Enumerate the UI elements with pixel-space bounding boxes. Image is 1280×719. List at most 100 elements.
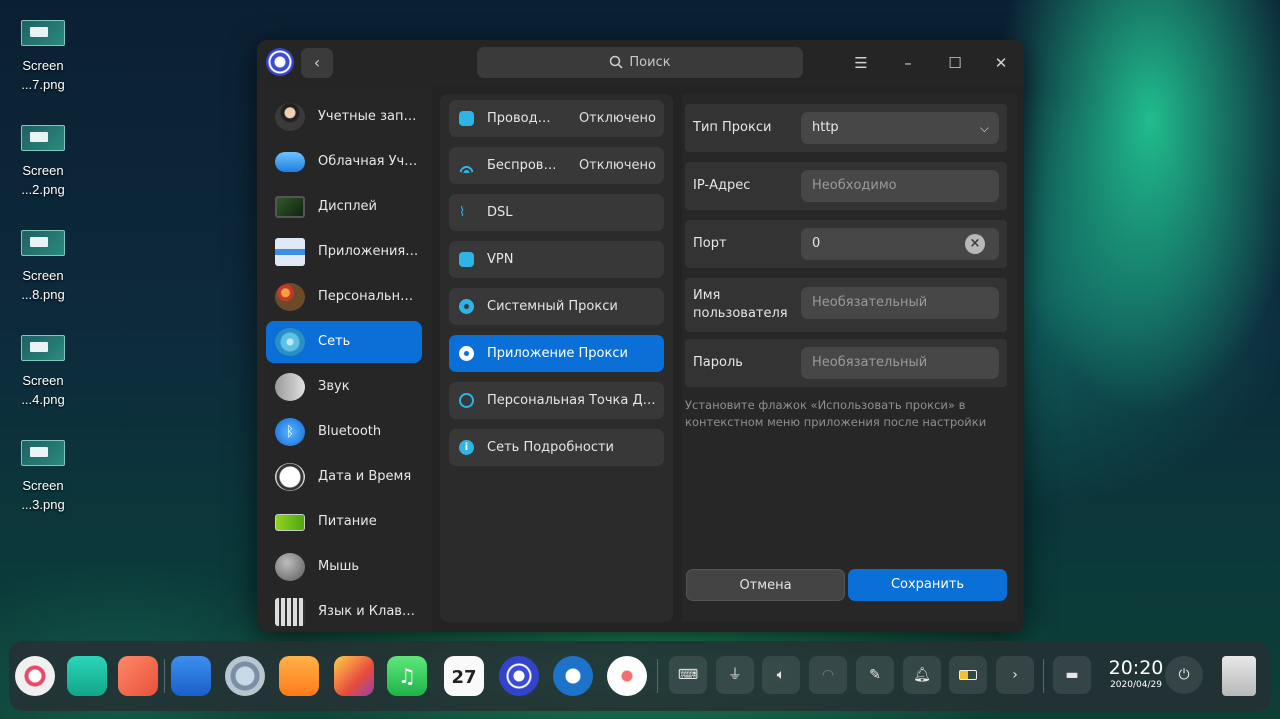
cloud-icon <box>275 152 305 172</box>
file-name-line2: ...7.png <box>21 77 65 92</box>
control-center-icon[interactable] <box>499 656 539 696</box>
music-player-icon[interactable]: ♫ <box>387 656 427 696</box>
sound-icon <box>275 373 305 401</box>
search-icon <box>610 55 623 69</box>
proxy-type-value: http <box>812 120 839 135</box>
search-placeholder: Поиск <box>629 55 671 70</box>
power-icon[interactable]: ⏻ <box>1165 656 1203 694</box>
ip-address-label: IP-Адрес <box>693 178 751 193</box>
default-apps-icon <box>275 238 305 266</box>
mouse-icon <box>275 553 305 581</box>
network-item-vpn[interactable]: VPN <box>449 241 664 278</box>
dock-separator <box>1043 659 1044 693</box>
desktop-file-screen-4[interactable]: Screen ...4.png <box>14 335 72 409</box>
sidebar-item-bluetooth[interactable]: ᛒ Bluetooth <box>266 411 422 453</box>
network-item-label: Проводная сеть <box>487 111 557 126</box>
back-button[interactable]: ‹ <box>301 48 333 78</box>
file-name-line2: ...3.png <box>21 497 65 512</box>
notification-bell-icon[interactable]: 🔔︎ <box>903 656 941 694</box>
sidebar-item-mouse[interactable]: Мышь <box>266 546 422 588</box>
port-input[interactable]: 0 × <box>801 228 999 260</box>
desktop-file-screen-3[interactable]: Screen ...3.png <box>14 440 72 514</box>
menu-button[interactable]: ☰ <box>846 48 876 78</box>
image-thumbnail-icon <box>21 335 65 361</box>
keyboard-layout-icon[interactable]: ⌨ <box>669 656 707 694</box>
app-store-icon[interactable] <box>171 656 211 696</box>
proxy-type-label: Тип Прокси <box>693 120 772 135</box>
proxy-type-select[interactable]: http ⌵ <box>801 112 999 144</box>
network-item-wired[interactable]: Проводная сеть Отключено <box>449 100 664 137</box>
desktop-file-screen-7[interactable]: Screen ...7.png <box>14 20 72 94</box>
app-proxy-form: Тип Прокси http ⌵ IP-Адрес Необходимо По… <box>682 94 1017 622</box>
image-viewer-icon[interactable] <box>334 656 374 696</box>
sidebar-item-cloud-account[interactable]: Облачная Учетная запись <box>266 141 422 183</box>
chevron-down-icon: ⌵ <box>979 121 989 135</box>
network-item-hotspot[interactable]: Персональная Точка Доступа <box>449 382 664 419</box>
sidebar-item-label: Облачная Учетная запись <box>318 154 422 169</box>
sidebar-item-display[interactable]: Дисплей <box>266 186 422 228</box>
file-name-line2: ...8.png <box>21 287 65 302</box>
remote-assistance-icon[interactable] <box>553 656 593 696</box>
search-input[interactable]: Поиск <box>477 47 803 78</box>
close-button[interactable]: ✕ <box>986 48 1016 78</box>
sidebar-item-personalization[interactable]: Персональные настройки <box>266 276 422 318</box>
trash-icon[interactable] <box>1222 656 1256 696</box>
screen-capture-icon[interactable]: ▬ <box>1053 656 1091 694</box>
network-item-label: Сеть Подробности <box>487 440 615 455</box>
password-row: Пароль Необязательный <box>685 339 1007 387</box>
maximize-button[interactable]: ☐ <box>940 48 970 78</box>
clear-input-icon[interactable]: × <box>965 234 985 254</box>
save-button[interactable]: Сохранить <box>848 569 1007 601</box>
music-store-icon[interactable] <box>279 656 319 696</box>
info-icon: i <box>459 440 474 455</box>
clock-time[interactable]: 20:20 <box>1103 657 1169 679</box>
volume-icon[interactable]: 🔈︎ <box>762 656 800 694</box>
cancel-button[interactable]: Отмена <box>686 569 845 601</box>
multitask-view-icon[interactable] <box>118 656 158 696</box>
sidebar-item-accounts[interactable]: Учетные записи <box>266 96 422 138</box>
network-item-status: Отключено <box>578 158 656 173</box>
pen-icon[interactable]: ✎ <box>856 656 894 694</box>
network-icon <box>275 328 305 356</box>
calendar-icon[interactable]: 27 <box>444 656 484 696</box>
sidebar-item-keyboard[interactable]: Язык и Клавиатура <box>266 591 422 632</box>
browser-icon[interactable] <box>225 656 265 696</box>
minimize-button[interactable]: – <box>893 48 923 78</box>
sidebar-item-power[interactable]: Питание <box>266 501 422 543</box>
username-input[interactable]: Необязательный <box>801 287 999 319</box>
file-name-line1: Screen <box>22 478 64 493</box>
username-row: Имя пользователя Необязательный <box>685 278 1007 332</box>
file-name-line1: Screen <box>22 373 64 388</box>
network-item-system-proxy[interactable]: Системный Прокси <box>449 288 664 325</box>
usb-icon[interactable]: ⏚ <box>716 656 754 694</box>
network-item-app-proxy[interactable]: Приложение Прокси <box>449 335 664 372</box>
sidebar-item-default-apps[interactable]: Приложения по умолчанию <box>266 231 422 273</box>
username-label-line2: пользователя <box>693 306 788 321</box>
image-thumbnail-icon <box>21 440 65 466</box>
launcher-icon[interactable] <box>15 656 55 696</box>
sidebar-item-network[interactable]: Сеть <box>266 321 422 363</box>
image-thumbnail-icon <box>21 20 65 46</box>
network-item-dsl[interactable]: ⌇ DSL <box>449 194 664 231</box>
battery-tray-icon[interactable] <box>949 656 987 694</box>
network-item-label: DSL <box>487 205 513 220</box>
desktop-file-screen-2[interactable]: Screen ...2.png <box>14 125 72 199</box>
control-center-window: ‹ Поиск ☰ – ☐ ✕ Учетные записи Облачная … <box>257 40 1024 632</box>
ip-address-input[interactable]: Необходимо <box>801 170 999 202</box>
password-input[interactable]: Необязательный <box>801 347 999 379</box>
proxy-type-row: Тип Прокси http ⌵ <box>685 104 1007 152</box>
expand-tray-icon[interactable]: › <box>996 656 1034 694</box>
network-item-details[interactable]: i Сеть Подробности <box>449 429 664 466</box>
sidebar-item-sound[interactable]: Звук <box>266 366 422 408</box>
file-manager-icon[interactable] <box>67 656 107 696</box>
port-label: Порт <box>693 236 727 251</box>
draw-app-icon[interactable] <box>607 656 647 696</box>
desktop-file-screen-8[interactable]: Screen ...8.png <box>14 230 72 304</box>
wifi-tray-icon[interactable]: ◠ <box>809 656 847 694</box>
network-item-label: Беспроводная сеть <box>487 158 557 173</box>
clock-date: 2020/04/29 <box>1110 680 1162 690</box>
network-item-label: VPN <box>487 252 514 267</box>
sidebar-item-label: Дата и Время <box>318 469 412 484</box>
network-item-wireless[interactable]: Беспроводная сеть Отключено <box>449 147 664 184</box>
sidebar-item-date-time[interactable]: Дата и Время <box>266 456 422 498</box>
